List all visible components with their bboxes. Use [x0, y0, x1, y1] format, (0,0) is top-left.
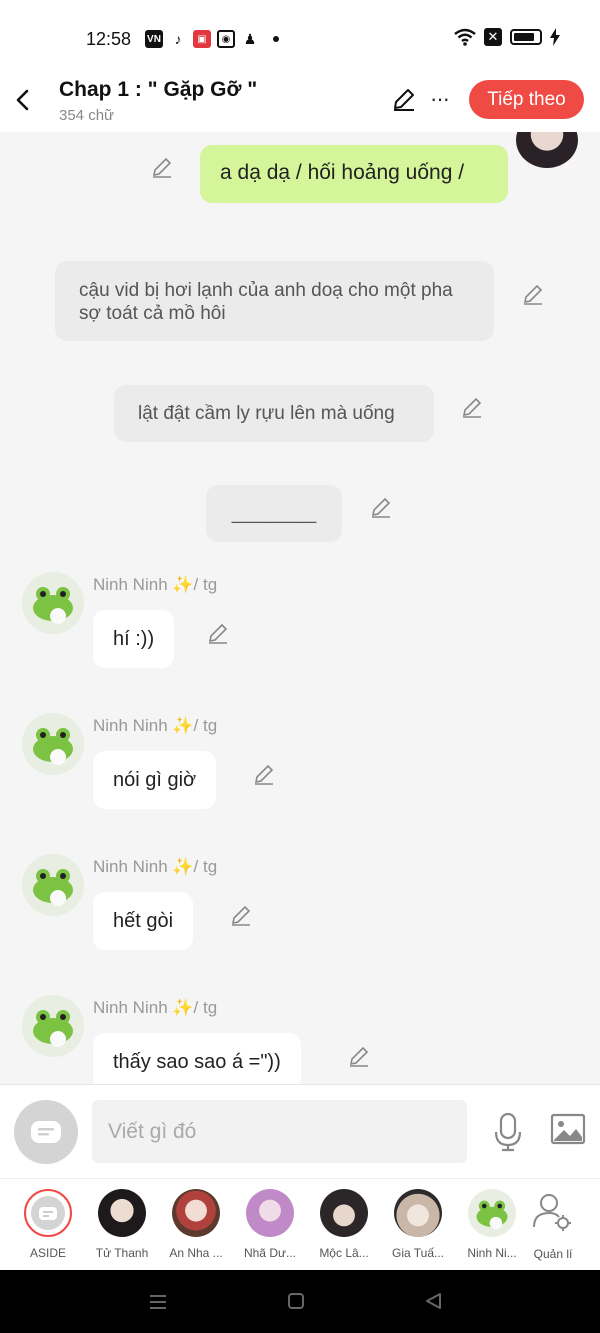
- chapter-header: Chap 1 : " Gặp Gỡ " 354 chữ ··· Tiếp the…: [0, 78, 600, 132]
- edit-pencil-icon[interactable]: [206, 621, 230, 645]
- chapter-title: Chap 1 : " Gặp Gỡ ": [59, 78, 258, 101]
- message-sender-name: Ninh Ninh ✨/ tg: [93, 998, 218, 1017]
- frog-avatar-icon: [476, 1200, 508, 1230]
- message-input[interactable]: [92, 1100, 467, 1163]
- avatar: [468, 1189, 516, 1237]
- character-label: Quản lí: [533, 1247, 573, 1261]
- notification-dot-icon: [273, 36, 279, 42]
- avatar[interactable]: [22, 713, 84, 775]
- manage-user-icon: [533, 1194, 571, 1231]
- home-icon[interactable]: [287, 1292, 305, 1310]
- status-right-icons: ✕: [454, 28, 560, 46]
- system-nav-bar: [0, 1270, 600, 1333]
- message-sender-name: Ninh Ninh ✨/ tg: [93, 575, 218, 594]
- character-item[interactable]: Tử Thanh: [85, 1189, 159, 1260]
- image-icon[interactable]: [550, 1113, 586, 1145]
- app-icon: ▣: [193, 30, 211, 48]
- avatar[interactable]: [22, 854, 84, 916]
- edit-pencil-icon[interactable]: [150, 155, 174, 179]
- avatar[interactable]: [516, 132, 578, 168]
- edit-pencil-icon[interactable]: [229, 903, 253, 927]
- character-label: Tử Thanh: [95, 1246, 149, 1260]
- instagram-icon: ◉: [217, 30, 235, 48]
- avatar: [246, 1189, 294, 1237]
- more-options-icon[interactable]: ···: [430, 86, 450, 112]
- edit-pencil-icon[interactable]: [369, 495, 393, 519]
- avatar[interactable]: [22, 572, 84, 634]
- microphone-icon[interactable]: [493, 1112, 523, 1152]
- word-count: 354 chữ: [59, 107, 115, 124]
- back-arrow-icon[interactable]: [12, 86, 36, 114]
- back-triangle-icon[interactable]: [424, 1292, 442, 1310]
- avatar: [320, 1189, 368, 1237]
- edit-pencil-icon[interactable]: [347, 1044, 371, 1068]
- chat-area[interactable]: a dạ dạ / hối hoảng uống / cậu vid bị hơ…: [0, 132, 600, 1084]
- character-label: An Nha ...: [169, 1246, 223, 1260]
- character-item[interactable]: Nhã Dư...: [233, 1189, 307, 1260]
- message-bubble[interactable]: hí :)): [93, 610, 175, 668]
- input-bar: [0, 1084, 600, 1178]
- manage-characters-button[interactable]: Quản lí: [516, 1189, 590, 1261]
- message-sender-name: Ninh Ninh ✨/ tg: [93, 716, 218, 735]
- character-aside[interactable]: ASIDE: [11, 1189, 85, 1260]
- frog-avatar-icon: [22, 713, 84, 775]
- frog-avatar-icon: [22, 854, 84, 916]
- right-message-bubble[interactable]: a dạ dạ / hối hoảng uống /: [200, 145, 508, 203]
- chat-bubble-icon: [31, 1121, 61, 1143]
- character-item[interactable]: An Nha ...: [159, 1189, 233, 1260]
- charging-icon: [550, 28, 560, 46]
- status-bar: 12:58 VN ♪ ▣ ◉ ♟ ✕: [0, 0, 600, 78]
- edit-pencil-icon[interactable]: [391, 86, 417, 112]
- edit-pencil-icon[interactable]: [460, 395, 484, 419]
- character-item[interactable]: Gia Tuấ...: [381, 1189, 455, 1260]
- menu-icon[interactable]: [148, 1292, 168, 1312]
- narration-bubble[interactable]: ________: [206, 485, 342, 542]
- narration-bubble[interactable]: lật đật cầm ly rựu lên mà uống: [114, 385, 434, 442]
- aside-icon: [24, 1189, 72, 1237]
- character-label: Gia Tuấ...: [391, 1246, 445, 1260]
- edit-pencil-icon[interactable]: [521, 282, 545, 306]
- frog-avatar-icon: [22, 995, 84, 1057]
- people-icon: ♟: [241, 30, 259, 48]
- avatar[interactable]: [22, 995, 84, 1057]
- narration-bubble[interactable]: cậu vid bị hơi lạnh của anh doạ cho một …: [55, 261, 494, 341]
- message-bubble[interactable]: nói gì giờ: [93, 751, 217, 809]
- status-time: 12:58: [86, 29, 132, 49]
- character-label: ASIDE: [29, 1246, 66, 1260]
- frog-avatar-icon: [22, 572, 84, 634]
- status-app-icons: VN ♪ ▣ ◉ ♟: [145, 30, 279, 48]
- character-label: Mộc Lâ...: [319, 1246, 369, 1260]
- avatar: [98, 1189, 146, 1237]
- message-bubble[interactable]: thấy sao sao á =")): [93, 1033, 301, 1084]
- message-bubble[interactable]: hết gòi: [93, 892, 194, 950]
- close-box-icon: ✕: [484, 28, 502, 46]
- avatar: [172, 1189, 220, 1237]
- character-item[interactable]: Mộc Lâ...: [307, 1189, 381, 1260]
- character-label: Nhã Dư...: [243, 1246, 297, 1260]
- character-bar: ASIDE Tử Thanh An Nha ... Nhã Dư... Mộc …: [0, 1178, 600, 1270]
- wifi-icon: [454, 28, 476, 46]
- next-chapter-button[interactable]: Tiếp theo: [469, 80, 584, 119]
- vn-icon: VN: [145, 30, 163, 48]
- avatar: [394, 1189, 442, 1237]
- edit-pencil-icon[interactable]: [252, 762, 276, 786]
- tiktok-icon: ♪: [169, 30, 187, 48]
- battery-icon: [510, 29, 542, 45]
- aside-toggle-button[interactable]: [14, 1100, 78, 1164]
- message-sender-name: Ninh Ninh ✨/ tg: [93, 857, 218, 876]
